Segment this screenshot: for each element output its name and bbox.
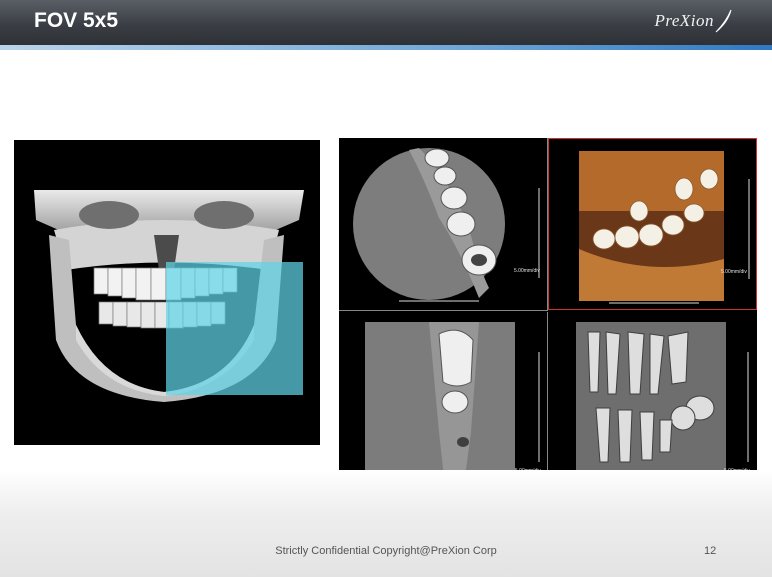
prexion-logo: PreXion	[654, 6, 734, 36]
panoramic-view: 5.00mm/div	[548, 312, 757, 485]
panoramic-slice-image: 5.00mm/div	[576, 322, 750, 479]
axial-slice-image: 5.00mm/div	[353, 148, 540, 302]
footer-band	[0, 470, 772, 577]
title-bar: FOV 5x5 PreXion	[0, 0, 772, 50]
page-number: 12	[704, 545, 717, 557]
footer-copyright: Strictly Confidential Copyright@PreXion …	[275, 545, 497, 557]
skull-render-image	[34, 190, 304, 402]
skull-3d-view	[14, 140, 320, 445]
logo-swoosh-icon	[715, 9, 732, 33]
ct-views-grid: 5.00mm/div 5.00mm/div	[339, 138, 757, 485]
volume-render-image: 5.00mm/div	[579, 151, 750, 304]
fov-overlay-box	[166, 262, 303, 395]
slide-title: FOV 5x5	[34, 9, 119, 32]
render-scale-label: 5.00mm/div	[721, 269, 747, 275]
coronal-view: 5.00mm/div	[339, 312, 548, 485]
coronal-slice-image: 5.00mm/div	[365, 322, 541, 482]
axial-view: 5.00mm/div	[339, 138, 548, 311]
title-accent-strip	[0, 45, 772, 50]
volume-render-view: 5.00mm/div	[548, 138, 757, 310]
axial-scale-label: 5.00mm/div	[514, 268, 540, 274]
logo-text: PreXion	[654, 11, 714, 30]
